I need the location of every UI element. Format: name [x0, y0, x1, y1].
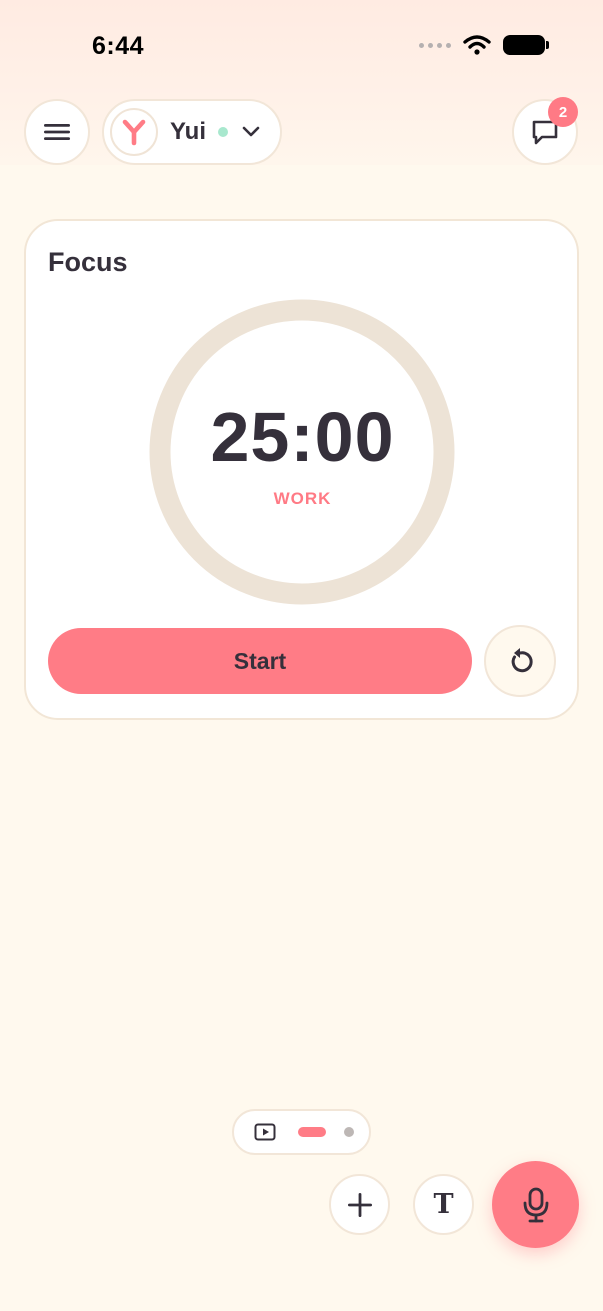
y-logo-icon: [122, 119, 146, 146]
page-indicator-dot[interactable]: [344, 1127, 354, 1137]
cellular-signal-icon: [419, 42, 451, 48]
play-icon[interactable]: [254, 1123, 276, 1141]
profile-selector[interactable]: Yui: [102, 99, 282, 165]
microphone-button[interactable]: [492, 1161, 579, 1248]
plus-icon: [347, 1192, 372, 1217]
add-button[interactable]: [329, 1174, 390, 1235]
chevron-down-icon: [242, 126, 260, 137]
menu-icon: [44, 124, 70, 140]
battery-icon: [503, 35, 549, 55]
status-icons: [419, 34, 549, 56]
avatar: [110, 108, 158, 156]
profile-name: Yui: [170, 118, 207, 145]
timer-display: 25:00: [210, 398, 395, 476]
text-icon: T: [433, 1189, 454, 1220]
timer-mode-label: WORK: [273, 489, 332, 508]
wifi-icon: [463, 35, 491, 55]
text-input-button[interactable]: T: [413, 1174, 474, 1235]
reset-icon: [511, 648, 533, 673]
online-status-dot: [218, 127, 229, 137]
menu-button[interactable]: [24, 99, 90, 165]
status-bar: 6:44: [0, 0, 603, 90]
focus-card: Focus 25:00 WORK Start: [24, 219, 579, 720]
notification-badge: 2: [548, 97, 578, 127]
start-button[interactable]: Start: [48, 628, 472, 694]
card-title: Focus: [48, 247, 128, 277]
page-indicator-active[interactable]: [298, 1127, 326, 1137]
microphone-icon: [523, 1187, 548, 1222]
page-indicator: [232, 1109, 371, 1155]
reset-button[interactable]: [484, 625, 556, 697]
messages-button[interactable]: 2: [512, 97, 578, 165]
status-time: 6:44: [92, 32, 145, 60]
